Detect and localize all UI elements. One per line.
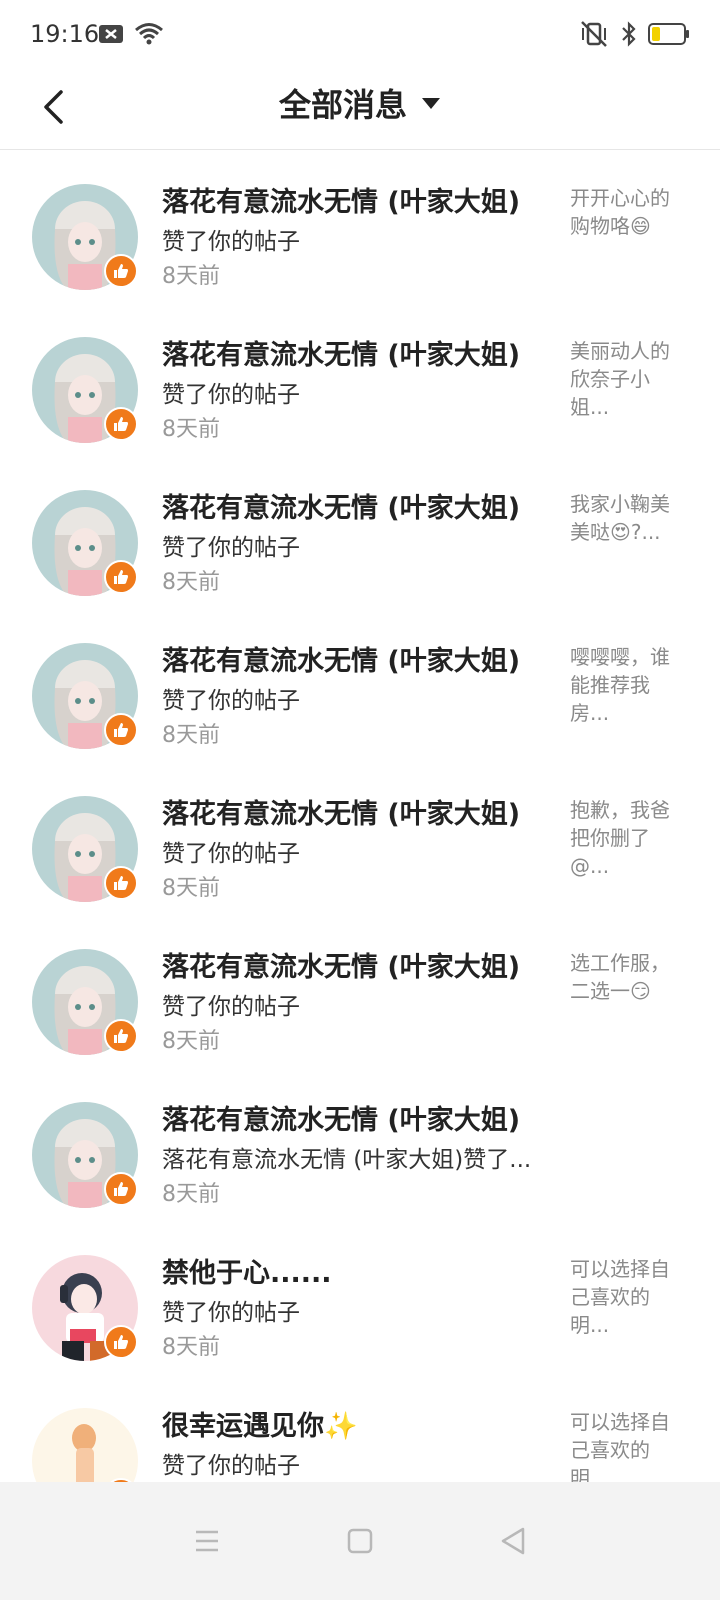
post-preview[interactable]: 选工作服，二选一😏 bbox=[570, 949, 680, 1005]
status-time: 19:16 bbox=[30, 20, 100, 48]
message-action: 赞了你的帖子 bbox=[162, 994, 300, 1020]
list-item[interactable]: 落花有意流水无情 (叶家大姐) 赞了你的帖子 8天前 开开心心的购物咯😄 bbox=[0, 150, 720, 303]
thumbs-up-icon bbox=[104, 713, 138, 747]
list-item[interactable]: 落花有意流水无情 (叶家大姐) 赞了你的帖子 8天前 抱歉，我爸把你删了@... bbox=[0, 762, 720, 915]
thumbs-up-icon bbox=[104, 1172, 138, 1206]
thumbs-up-icon bbox=[104, 560, 138, 594]
message-action: 赞了你的帖子 bbox=[162, 688, 300, 714]
sender-name: 落花有意流水无情 (叶家大姐) bbox=[162, 646, 521, 677]
thumbs-up-icon bbox=[104, 866, 138, 900]
message-time: 8天前 bbox=[162, 417, 220, 442]
message-time: 8天前 bbox=[162, 876, 220, 901]
list-item[interactable]: 禁他于心...... 赞了你的帖子 8天前 可以选择自己喜欢的明... bbox=[0, 1221, 720, 1374]
status-bar: 19:16 bbox=[0, 0, 720, 70]
list-item[interactable]: 落花有意流水无情 (叶家大姐) 赞了你的帖子 8天前 我家小鞠美美哒😍?... bbox=[0, 456, 720, 609]
caret-down-icon bbox=[422, 98, 440, 109]
list-item[interactable]: 落花有意流水无情 (叶家大姐) 赞了你的帖子 8天前 美丽动人的欣奈子小姐... bbox=[0, 303, 720, 456]
sender-name: 很幸运遇见你✨ bbox=[162, 1411, 358, 1442]
system-nav-bar bbox=[0, 1482, 720, 1600]
post-preview[interactable]: 可以选择自己喜欢的明... bbox=[570, 1255, 680, 1339]
home-button[interactable] bbox=[335, 1516, 385, 1566]
message-action: 赞了你的帖子 bbox=[162, 1300, 300, 1326]
bluetooth-icon bbox=[620, 20, 638, 52]
menu-icon bbox=[195, 1530, 218, 1552]
message-action: 赞了你的帖子 bbox=[162, 535, 300, 561]
status-right-icons bbox=[578, 20, 690, 52]
back-system-button[interactable] bbox=[488, 1516, 538, 1566]
home-square-icon bbox=[347, 1528, 373, 1554]
list-item[interactable]: 落花有意流水无情 (叶家大姐) 赞了你的帖子 8天前 嘤嘤嘤，谁能推荐我房... bbox=[0, 609, 720, 762]
header: 全部消息 bbox=[0, 70, 720, 150]
list-item[interactable]: 落花有意流水无情 (叶家大姐) 落花有意流水无情 (叶家大姐)赞了... 8天前 bbox=[0, 1068, 720, 1221]
message-time: 8天前 bbox=[162, 1182, 220, 1207]
sender-name: 落花有意流水无情 (叶家大姐) bbox=[162, 799, 521, 830]
sender-name: 禁他于心...... bbox=[162, 1258, 332, 1289]
message-time: 8天前 bbox=[162, 264, 220, 289]
post-preview[interactable]: 抱歉，我爸把你删了@... bbox=[570, 796, 680, 880]
sender-name: 落花有意流水无情 (叶家大姐) bbox=[162, 340, 521, 371]
thumbs-up-icon bbox=[104, 1325, 138, 1359]
menu-button[interactable] bbox=[182, 1516, 232, 1566]
battery-icon bbox=[648, 22, 690, 50]
message-action: 落花有意流水无情 (叶家大姐)赞了... bbox=[162, 1147, 532, 1173]
message-list: 落花有意流水无情 (叶家大姐) 赞了你的帖子 8天前 开开心心的购物咯😄 落花有… bbox=[0, 150, 720, 1527]
post-preview[interactable]: 开开心心的购物咯😄 bbox=[570, 184, 680, 240]
status-left-icons bbox=[98, 22, 164, 50]
wifi-icon bbox=[134, 22, 164, 50]
sender-name: 落花有意流水无情 (叶家大姐) bbox=[162, 493, 521, 524]
thumbs-up-icon bbox=[104, 254, 138, 288]
post-preview[interactable]: 嘤嘤嘤，谁能推荐我房... bbox=[570, 643, 680, 727]
post-preview[interactable]: 美丽动人的欣奈子小姐... bbox=[570, 337, 680, 421]
notification-icon bbox=[98, 24, 124, 48]
sender-name: 落花有意流水无情 (叶家大姐) bbox=[162, 952, 521, 983]
back-triangle-icon bbox=[502, 1527, 525, 1555]
title-dropdown[interactable]: 全部消息 bbox=[0, 80, 720, 126]
thumbs-up-icon bbox=[104, 1019, 138, 1053]
post-preview[interactable]: 可以选择自己喜欢的明... bbox=[570, 1408, 680, 1492]
thumbs-up-icon bbox=[104, 407, 138, 441]
page-title: 全部消息 bbox=[278, 86, 407, 124]
message-action: 赞了你的帖子 bbox=[162, 382, 300, 408]
message-time: 8天前 bbox=[162, 723, 220, 748]
list-item[interactable]: 落花有意流水无情 (叶家大姐) 赞了你的帖子 8天前 选工作服，二选一😏 bbox=[0, 915, 720, 1068]
vibrate-mute-icon bbox=[578, 20, 610, 52]
message-action: 赞了你的帖子 bbox=[162, 229, 300, 255]
message-time: 8天前 bbox=[162, 570, 220, 595]
message-action: 赞了你的帖子 bbox=[162, 841, 300, 867]
sender-name: 落花有意流水无情 (叶家大姐) bbox=[162, 1105, 521, 1136]
message-time: 8天前 bbox=[162, 1335, 220, 1360]
message-time: 8天前 bbox=[162, 1029, 220, 1054]
sender-name: 落花有意流水无情 (叶家大姐) bbox=[162, 187, 521, 218]
message-action: 赞了你的帖子 bbox=[162, 1453, 300, 1479]
post-preview[interactable]: 我家小鞠美美哒😍?... bbox=[570, 490, 680, 546]
